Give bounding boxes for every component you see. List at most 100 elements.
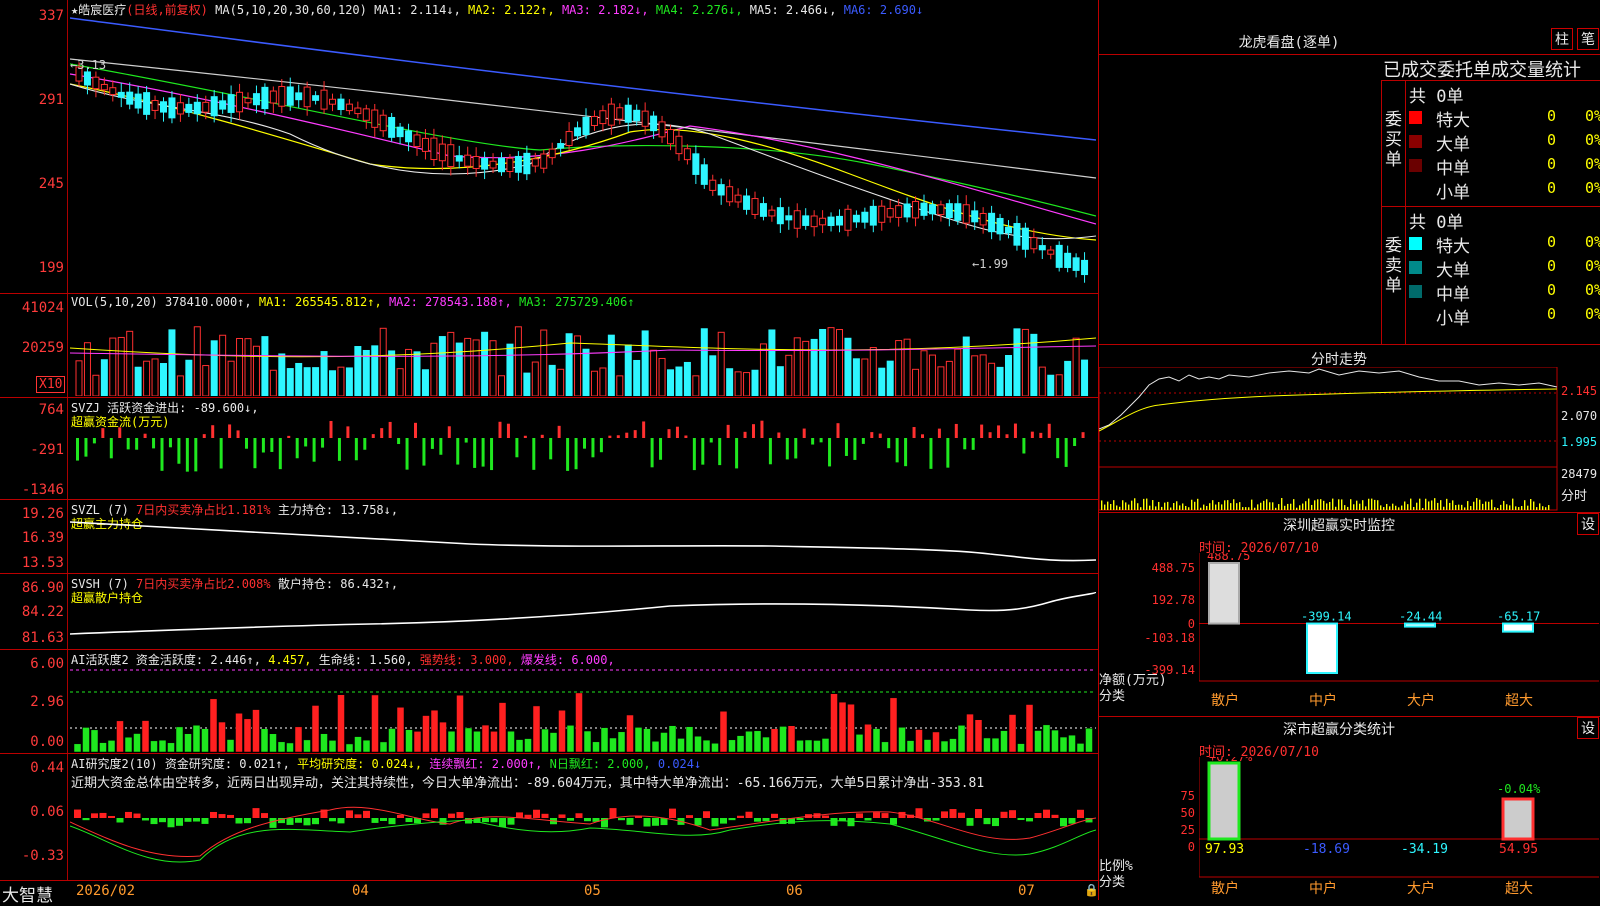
svsh-chart[interactable] (70, 588, 1096, 648)
ai-research-tick: 0.44 (30, 760, 64, 776)
active-bar (277, 741, 286, 752)
flow-bar (498, 421, 502, 438)
vol-bar (83, 342, 91, 396)
sz-monitor-panel[interactable]: 深圳超赢实时监控 设 时间: 2026/07/10 488.75 192.78 … (1099, 512, 1600, 717)
svzl-panel[interactable]: 19.26 16.39 13.53 SVZL (7) 7日内买卖净占比1.181… (0, 500, 1098, 574)
tick-view-button[interactable]: 笔 (1577, 28, 1599, 50)
ai-research-tick: 0.06 (30, 804, 64, 820)
fs-tick: 28479 (1561, 467, 1598, 481)
ai-research-a: 资金研究度: 0.021↑, (164, 757, 290, 771)
stat-tick: 0 (1187, 840, 1195, 854)
intraday-panel[interactable]: 分时走势 2.145 2.070 1.995 28479 分时 (1099, 344, 1600, 513)
intraday-vol-bar (1431, 500, 1433, 510)
active-bar (694, 735, 702, 752)
vol-bar (278, 353, 286, 396)
intraday-vol-bar (1422, 507, 1424, 510)
flow-bar (828, 438, 832, 467)
ai-active-chart[interactable] (70, 664, 1096, 752)
active-bar (583, 730, 592, 752)
research-bar (499, 818, 506, 828)
monitor-chart[interactable]: 488.75 散户 -399.14 中户 -24.44 大户 -65.17 超大 (1199, 553, 1599, 717)
research-bar (822, 815, 829, 818)
ai-active-panel[interactable]: 6.00 2.96 0.00 AI活跃度2 资金活跃度: 2.446↑, 4.4… (0, 650, 1098, 754)
intraday-vol-bar (1206, 505, 1208, 510)
kline-panel[interactable]: 337 291 245 199 ★皓宸医疗(日线,前复权) MA(5,10,20… (0, 0, 1098, 300)
sz-stat-panel[interactable]: 深市超赢分类统计 设 时间: 2026/07/10 75 50 25 0 比例%… (1099, 716, 1600, 901)
intraday-vol-bar (1482, 503, 1484, 510)
volume-chart[interactable] (70, 308, 1096, 396)
svzl-chart[interactable] (70, 514, 1096, 572)
date-tick: 2026/02 (76, 883, 136, 899)
ai-research-panel[interactable]: 0.44 0.06 -0.33 AI研究度2(10) 资金研究度: 0.021↑… (0, 754, 1098, 880)
flow-bar (997, 425, 1001, 438)
candle-body (869, 205, 877, 226)
vol-bar (945, 360, 953, 396)
ai-research-chart[interactable] (70, 790, 1096, 876)
svzj-chart[interactable] (70, 418, 1096, 498)
order-cell: 大单 (1436, 135, 1470, 155)
svsh-panel[interactable]: 86.90 84.22 81.63 SVSH (7) 7日内买卖净占比2.008… (0, 574, 1098, 650)
candle-body (143, 92, 151, 115)
intraday-vol-bar (1464, 507, 1466, 510)
volume-axis: 41024 20259 X10 (0, 294, 68, 398)
bar-view-button[interactable]: 柱 (1551, 28, 1573, 50)
active-bar (821, 738, 830, 752)
vol-bar (244, 338, 252, 396)
active-bar (430, 709, 439, 752)
research-bar (1060, 818, 1067, 827)
longhu-panel: 龙虎看盘(逐单) 柱 笔 已成交委托单成交量统计 委买单 委卖单 共 0单 共 … (1099, 0, 1600, 344)
volume-panel[interactable]: 41024 20259 X10 VOL(5,10,20) 378410.000↑… (0, 294, 1098, 398)
active-bar (949, 738, 957, 752)
flow-bar (675, 426, 679, 438)
bottom-bar: 大智慧 2026/02 04 05 06 07 🔒 (0, 880, 1099, 906)
order-cell: 0 (1547, 305, 1557, 323)
candlestick-chart[interactable]: ←3.13 ←1.99 (70, 14, 1096, 298)
active-bar (158, 739, 167, 752)
intraday-vol-bar (1440, 500, 1442, 510)
flow-bar (954, 423, 958, 438)
lock-icon[interactable]: 🔒 (1084, 883, 1099, 897)
vol-bar (869, 347, 877, 396)
sell-rows: 特大 0 0% 大单 0 0% 中单 0 0% 小单 0 0% (1381, 232, 1600, 332)
active-bar (787, 725, 796, 752)
research-bar (108, 815, 115, 818)
stat-chart[interactable]: +0.27% 97.93 散户 -18.69 中户 -34.19 大户 -0.04% 54.95… (1199, 757, 1599, 901)
active-bar (388, 728, 396, 752)
flow-bar (904, 438, 908, 467)
vol-bar (134, 366, 142, 396)
flow-bar (785, 438, 789, 460)
vol-ma1: MA1: 265545.812↑, (258, 295, 382, 309)
research-bar (405, 818, 413, 823)
intraday-vol-bar (1485, 501, 1487, 510)
research-bar (269, 818, 277, 828)
settings-button[interactable]: 设 (1577, 717, 1599, 739)
vol-unit-badge[interactable]: X10 (36, 376, 66, 393)
intraday-vol-bar (1461, 504, 1463, 510)
vol-bar (1055, 374, 1063, 396)
active-bar (847, 703, 855, 752)
intraday-vol-bar (1266, 499, 1268, 510)
active-bar (736, 735, 745, 752)
intraday-vol-bar (1365, 506, 1367, 510)
active-bar (660, 732, 668, 752)
research-bar (728, 818, 736, 821)
svsh-tick: 84.22 (21, 604, 64, 620)
intraday-vol-bar (1524, 500, 1526, 510)
active-bar (617, 731, 626, 752)
stat-value: -18.69 (1303, 842, 1350, 857)
candle-body (759, 203, 767, 217)
vol-bar (836, 329, 843, 396)
research-bar (958, 812, 965, 818)
candle-body (236, 91, 244, 113)
flow-bar (608, 435, 612, 438)
svzj-panel[interactable]: 764 -291 -1346 SVZJ 活跃资金进出: -89.600↓, 超赢… (0, 398, 1098, 500)
vol-bar (624, 344, 632, 396)
candle-body (565, 131, 573, 147)
active-bar (651, 741, 660, 752)
active-bar (549, 732, 558, 752)
settings-button[interactable]: 设 (1577, 513, 1599, 535)
intraday-chart[interactable] (1099, 367, 1559, 511)
volume-header: VOL(5,10,20) 378410.000↑, MA1: 265545.81… (71, 295, 635, 309)
intraday-vol-bar (1341, 499, 1343, 510)
flow-bar (371, 434, 375, 438)
